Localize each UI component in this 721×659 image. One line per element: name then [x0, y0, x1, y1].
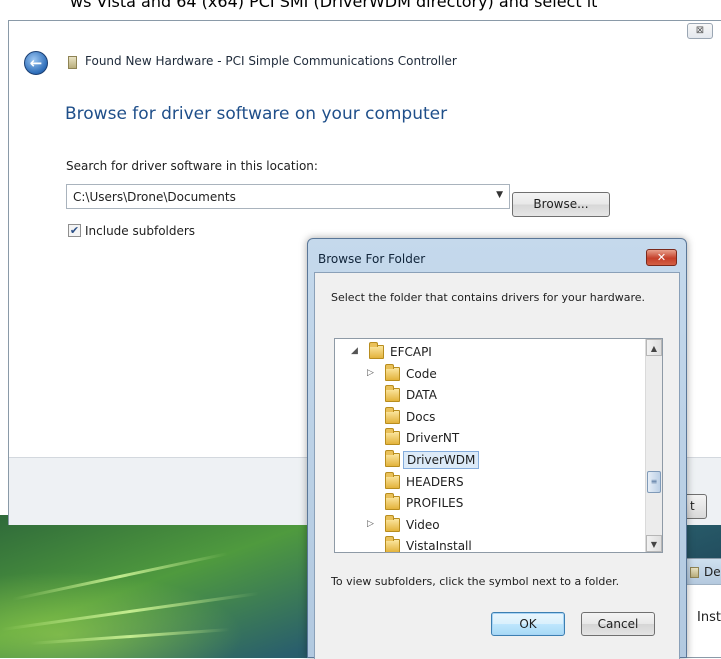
tree-item-driverwdm[interactable]: DriverWDM	[335, 450, 647, 472]
tree-item-label: EFCAPI	[390, 345, 432, 359]
tree-item-docs[interactable]: Docs	[335, 406, 647, 429]
tree-item-video[interactable]: ▷ Video	[335, 514, 647, 537]
folder-icon	[385, 363, 400, 381]
tree-item-efcapi[interactable]: ◢ EFCAPI	[335, 342, 647, 364]
wallpaper-streak	[30, 628, 230, 645]
driver-path-combobox[interactable]: C:\Users\Drone\Documents ▼	[66, 184, 510, 209]
folder-icon	[385, 406, 400, 424]
close-icon[interactable]: ✕	[646, 249, 677, 266]
search-location-label: Search for driver software in this locat…	[66, 159, 318, 173]
back-arrow-icon[interactable]: ←	[24, 51, 48, 75]
dialog-instruction: Select the folder that contains drivers …	[331, 291, 646, 304]
folder-icon	[385, 450, 400, 467]
wallpaper-streak	[12, 552, 228, 601]
close-button[interactable]: ⊠	[687, 23, 713, 39]
tree-item-label: Code	[406, 366, 437, 381]
window-title: Found New Hardware - PCI Simple Communic…	[85, 54, 457, 68]
dialog-body: Select the folder that contains drivers …	[314, 272, 680, 659]
ok-button[interactable]: OK	[491, 612, 565, 636]
second-window-text: Inst	[697, 610, 721, 625]
browse-for-folder-dialog: Browse For Folder ✕ Select the folder th…	[307, 238, 687, 659]
cut-off-text: ws Vista and 64 (x64) PCI SMI (DriverWDM…	[70, 0, 598, 11]
wallpaper-streak	[1, 591, 259, 632]
include-subfolders-row: ✔ Include subfolders	[68, 223, 195, 238]
scroll-down-button[interactable]: ▼	[646, 535, 662, 552]
folder-icon	[385, 428, 400, 446]
hardware-icon	[68, 56, 77, 69]
tree-item-label: DriverWDM	[403, 451, 480, 469]
tree-item-code[interactable]: ▷ Code	[335, 363, 647, 386]
driver-path-value: C:\Users\Drone\Documents	[73, 190, 236, 204]
folder-icon	[385, 514, 400, 532]
expand-toggle-icon[interactable]: ▷	[367, 368, 374, 378]
dialog-title: Browse For Folder	[318, 252, 426, 266]
tree-item-label: PROFILES	[406, 496, 464, 511]
tree-scrollbar[interactable]: ▲ ≡ ▼	[645, 339, 662, 552]
folder-icon	[385, 385, 400, 403]
folder-tree[interactable]: VistaInstall ▷ Video PROFILES HEADERS DriverW…	[334, 338, 663, 553]
second-window-titlebar: De	[681, 559, 721, 585]
chevron-down-icon[interactable]: ▼	[496, 190, 503, 200]
tree-item-label: DATA	[406, 388, 437, 403]
include-subfolders-checkbox[interactable]: ✔	[68, 224, 81, 237]
tree-item-label: Docs	[406, 409, 436, 424]
tree-item-profiles[interactable]: PROFILES	[335, 493, 647, 515]
expand-toggle-icon[interactable]: ▷	[367, 519, 374, 529]
tree-item-label: HEADERS	[406, 474, 464, 489]
tree-item-vistainstall[interactable]: VistaInstall	[335, 536, 647, 553]
expand-toggle-icon[interactable]: ◢	[351, 346, 358, 356]
folder-icon	[385, 536, 400, 552]
second-window-title: De	[704, 565, 721, 579]
tree-item-drivernt[interactable]: DriverNT	[335, 428, 647, 450]
folder-icon	[385, 471, 400, 489]
include-subfolders-label: Include subfolders	[85, 223, 196, 238]
top-cut-strip: ws Vista and 64 (x64) PCI SMI (DriverWDM…	[0, 0, 721, 22]
scroll-up-button[interactable]: ▲	[646, 339, 662, 356]
tree-item-label: DriverNT	[406, 431, 460, 446]
tree-item-headers[interactable]: HEADERS	[335, 471, 647, 494]
tree-item-label: Video	[406, 517, 440, 532]
tree-item-data[interactable]: DATA	[335, 385, 647, 407]
folder-icon	[385, 493, 400, 511]
tree-item-label: VistaInstall	[406, 539, 472, 553]
scroll-thumb[interactable]: ≡	[647, 471, 661, 493]
folder-icon	[369, 342, 384, 359]
cancel-button[interactable]: Cancel	[581, 612, 655, 636]
dialog-note: To view subfolders, click the symbol nex…	[331, 575, 620, 588]
hardware-icon	[690, 567, 699, 578]
browse-button[interactable]: Browse...	[512, 192, 610, 217]
page-heading: Browse for driver software on your compu…	[65, 104, 448, 124]
